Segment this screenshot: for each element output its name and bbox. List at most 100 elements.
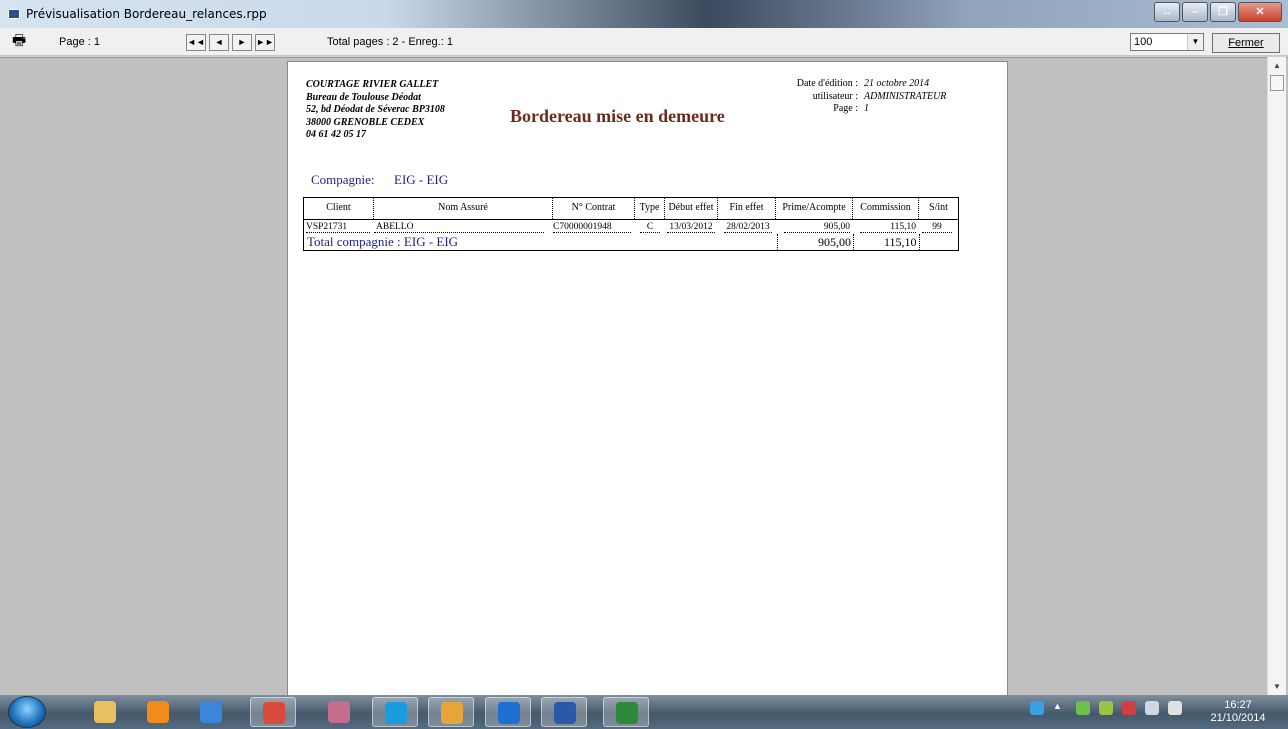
- globe-app-taskbar-button[interactable]: [603, 697, 649, 727]
- total-divider: [853, 234, 854, 250]
- clock-date: 21/10/2014: [1210, 712, 1266, 724]
- company-address-line: COURTAGE RIVIER GALLET: [306, 79, 439, 90]
- close-button[interactable]: Fermer: [1212, 33, 1280, 53]
- company-address-line: 38000 GRENOBLE CEDEX: [306, 116, 425, 128]
- header-divider: [304, 219, 958, 220]
- column-header: S/int: [929, 202, 948, 213]
- tray-expand-icon[interactable]: ▲: [1053, 701, 1067, 715]
- total-commission: 115,10: [884, 235, 917, 249]
- page-navigation: ◄◄ ◄ ► ►►: [186, 34, 278, 51]
- date-value: 21 octobre 2014: [864, 78, 930, 89]
- total-divider: [777, 234, 778, 250]
- page-label: Page :: [833, 103, 858, 114]
- column-header: Fin effet: [718, 198, 776, 219]
- update-tray-icon[interactable]: [1099, 701, 1113, 715]
- report-table: Total compagnie : EIG - EIG 905,00 115,1…: [303, 197, 959, 251]
- outlook-icon: [441, 702, 463, 724]
- internet-explorer-icon: [200, 701, 222, 723]
- total-pages-label: Total pages : 2 - Enreg.: 1: [327, 36, 453, 48]
- scroll-up-icon[interactable]: ▲: [1273, 61, 1281, 70]
- zoom-select[interactable]: 100 ▼: [1130, 33, 1204, 51]
- teamviewer-icon: [498, 702, 520, 724]
- user-label: utilisateur :: [812, 90, 858, 102]
- column-header: Commission: [853, 198, 919, 219]
- scroll-thumb[interactable]: [1270, 75, 1284, 91]
- chrome-taskbar-button[interactable]: [250, 697, 296, 727]
- teamviewer-taskbar-button[interactable]: [485, 697, 531, 727]
- zoom-value: 100: [1134, 36, 1153, 48]
- skype-icon: [385, 702, 407, 724]
- media-player-taskbar-button[interactable]: [135, 697, 181, 727]
- column-header: Nom Assuré: [374, 198, 553, 219]
- clock[interactable]: 16:27 21/10/2014: [1210, 699, 1266, 725]
- preview-area: COURTAGE RIVIER GALLET Bureau de Toulouse…: [0, 57, 1288, 701]
- app-icon: [8, 9, 20, 19]
- date-label: Date d'édition :: [796, 78, 858, 89]
- company-address-line: Bureau de Toulouse Déodat: [306, 91, 421, 103]
- company-address-line: 04 61 42 05 17: [306, 129, 366, 141]
- resize-button[interactable]: ↔: [1154, 2, 1180, 22]
- vertical-scrollbar[interactable]: ▲ ▼: [1267, 57, 1286, 695]
- word-taskbar-button[interactable]: [541, 697, 587, 727]
- title-bar: Prévisualisation Bordereau_relances.rpp …: [0, 0, 1288, 28]
- first-page-button[interactable]: ◄◄: [186, 34, 206, 51]
- chevron-down-icon[interactable]: ▼: [1187, 34, 1203, 50]
- column-header: N° Contrat: [553, 198, 635, 219]
- last-page-button[interactable]: ►►: [255, 34, 275, 51]
- volume-icon[interactable]: [1168, 701, 1182, 715]
- company-address-line: 52, bd Déodat de Séverac BP3108: [306, 104, 445, 116]
- network-icon[interactable]: [1145, 701, 1159, 715]
- outlook-taskbar-button[interactable]: [428, 697, 474, 727]
- action-center-icon[interactable]: [1122, 701, 1136, 715]
- prev-page-button[interactable]: ◄: [209, 34, 229, 51]
- column-header: Client: [304, 198, 374, 219]
- taskbar: ▲ 16:27 21/10/2014: [0, 695, 1288, 729]
- table-cell: 905,00: [784, 222, 850, 233]
- report-page: COURTAGE RIVIER GALLET Bureau de Toulouse…: [287, 61, 1008, 701]
- report-title: Bordereau mise en demeure: [510, 106, 725, 126]
- table-cell: ABELLO: [374, 222, 544, 233]
- table-cell: 13/03/2012: [667, 222, 715, 233]
- file-explorer-icon: [94, 701, 116, 723]
- page-value: 1: [864, 103, 869, 114]
- column-header: Prime/Acompte: [776, 198, 853, 219]
- user-value: ADMINISTRATEUR: [864, 90, 947, 102]
- close-window-button[interactable]: ✕: [1238, 2, 1282, 22]
- table-cell: 115,10: [860, 222, 916, 233]
- system-tray: ▲: [1030, 701, 1191, 715]
- file-explorer-taskbar-button[interactable]: [82, 697, 128, 727]
- window-title: Prévisualisation Bordereau_relances.rpp: [26, 7, 267, 21]
- skype-taskbar-button[interactable]: [372, 697, 418, 727]
- chrome-icon: [263, 702, 285, 724]
- maximize-button[interactable]: ❐: [1210, 2, 1236, 22]
- paint-icon: [328, 701, 350, 723]
- compagnie-heading: Compagnie: EIG - EIG: [311, 172, 448, 188]
- security-tray-icon[interactable]: [1076, 701, 1090, 715]
- total-prime: 905,00: [818, 235, 851, 249]
- window-controls: ↔ – ❐ ✕: [1152, 2, 1282, 22]
- globe-app-icon: [616, 702, 638, 724]
- compagnie-value: EIG - EIG: [394, 172, 449, 187]
- clock-time: 16:27: [1224, 699, 1252, 711]
- column-header: Début effet: [665, 198, 718, 219]
- column-header: Type: [635, 198, 665, 219]
- scroll-down-icon[interactable]: ▼: [1273, 682, 1281, 691]
- word-icon: [554, 702, 576, 724]
- total-divider: [919, 234, 920, 250]
- next-page-button[interactable]: ►: [232, 34, 252, 51]
- page-indicator: Page : 1: [59, 36, 100, 48]
- compagnie-label: Compagnie:: [311, 172, 375, 187]
- table-cell: C: [640, 222, 660, 233]
- internet-explorer-taskbar-button[interactable]: [188, 697, 234, 727]
- media-player-icon: [147, 701, 169, 723]
- table-cell: C70000001948: [553, 222, 631, 233]
- minimize-button[interactable]: –: [1182, 2, 1208, 22]
- info-tray-icon[interactable]: [1030, 701, 1044, 715]
- start-button[interactable]: [8, 696, 46, 728]
- print-icon[interactable]: 🖶: [12, 33, 32, 49]
- toolbar: 🖶 Page : 1 ◄◄ ◄ ► ►► Total pages : 2 - Enre…: [0, 28, 1288, 56]
- paint-taskbar-button[interactable]: [316, 697, 362, 727]
- table-cell: 99: [922, 222, 952, 233]
- company-address: COURTAGE RIVIER GALLET Bureau de Toulouse…: [306, 79, 445, 142]
- table-cell: 28/02/2013: [724, 222, 772, 233]
